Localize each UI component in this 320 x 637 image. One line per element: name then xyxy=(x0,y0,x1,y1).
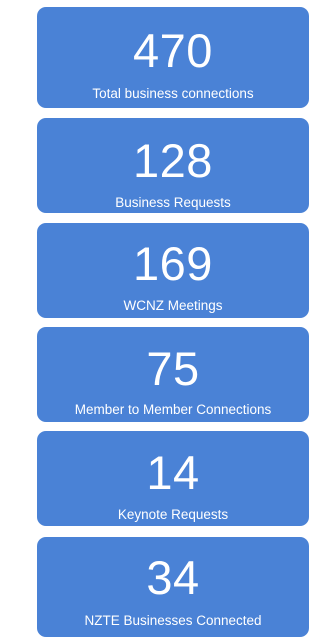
stat-card-nzte-businesses-connected: 34 NZTE Businesses Connected xyxy=(37,537,309,637)
stat-value: 128 xyxy=(133,134,213,187)
stat-value: 169 xyxy=(133,237,213,290)
stat-label: Business Requests xyxy=(115,195,231,210)
stat-label: WCNZ Meetings xyxy=(123,298,223,313)
stat-value: 34 xyxy=(146,551,200,604)
stat-card-keynote-requests: 14 Keynote Requests xyxy=(37,431,309,526)
stat-label: Total business connections xyxy=(92,86,254,101)
stat-value: 75 xyxy=(146,342,200,395)
stat-label: NZTE Businesses Connected xyxy=(84,613,262,628)
stat-label: Keynote Requests xyxy=(117,507,229,522)
stat-card-member-to-member-connections: 75 Member to Member Connections xyxy=(37,327,309,422)
stat-card-wcnz-meetings: 169 WCNZ Meetings xyxy=(37,223,309,318)
stat-card-total-business-connections: 470 Total business connections xyxy=(37,7,309,108)
stat-value: 470 xyxy=(133,24,213,77)
stats-list: 470 Total business connections 128 Busin… xyxy=(0,0,319,637)
stat-value: 14 xyxy=(146,446,200,499)
stat-card-business-requests: 128 Business Requests xyxy=(37,118,309,213)
stat-label: Member to Member Connections xyxy=(74,402,272,417)
